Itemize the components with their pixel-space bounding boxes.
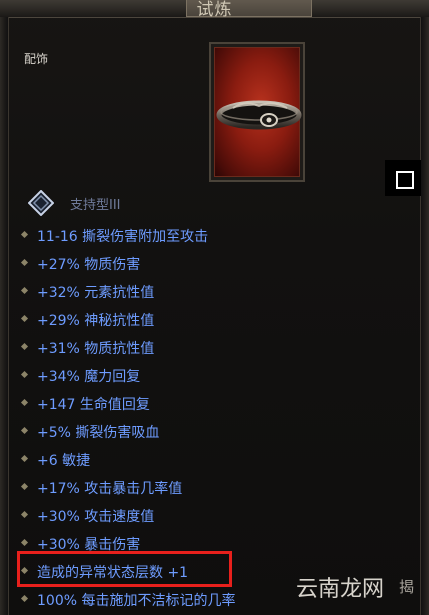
modifier-text: +29% 神秘抗性值 — [37, 313, 155, 329]
slot-indicator — [385, 160, 421, 196]
bullet-icon — [20, 342, 29, 351]
modifier-text: 11-16 撕裂伤害附加至攻击 — [37, 229, 209, 245]
modifier-text: +31% 物质抗性值 — [37, 341, 155, 357]
modifier-text: +147 生命值回复 — [37, 397, 150, 413]
bullet-icon — [20, 594, 29, 603]
bullet-icon — [20, 286, 29, 295]
item-image-background — [214, 47, 302, 177]
tooltip-title: 试炼 — [196, 0, 233, 20]
modifier-text: +17% 攻击暴击几率值 — [37, 481, 183, 497]
right-frame-border — [420, 17, 429, 615]
modifier-text: 100% 每击施加不洁标记的几率 — [37, 593, 236, 609]
item-tooltip: 试炼 配饰 支持型III 11-16 撕裂伤害附加至攻击 +27% 物质伤害 +… — [0, 0, 429, 615]
left-frame-border — [0, 17, 9, 615]
support-tier-label: 支持型III — [70, 198, 121, 213]
item-image-frame[interactable] — [209, 42, 305, 182]
watermark-text: 云南龙网 — [296, 577, 385, 602]
bullet-icon — [20, 510, 29, 519]
bullet-icon — [20, 454, 29, 463]
bullet-icon — [20, 398, 29, 407]
belt-icon — [216, 100, 302, 130]
modifier-text: +34% 魔力回复 — [37, 369, 141, 385]
bullet-icon — [20, 538, 29, 547]
modifier-text: +5% 撕裂伤害吸血 — [37, 425, 160, 441]
item-category-label: 配饰 — [24, 52, 49, 66]
bullet-icon — [20, 426, 29, 435]
highlight-annotation-box — [17, 551, 232, 587]
bullet-icon — [20, 230, 29, 239]
bullet-icon — [20, 314, 29, 323]
diamond-icon — [28, 190, 54, 216]
bullet-icon — [20, 370, 29, 379]
modifier-text: +6 敏捷 — [37, 453, 91, 469]
bullet-icon — [20, 258, 29, 267]
modifier-text: +32% 元素抗性值 — [37, 285, 155, 301]
slot-indicator-square — [396, 171, 414, 189]
tooltip-header: 试炼 — [0, 0, 429, 20]
bullet-icon — [20, 482, 29, 491]
modifier-text: +30% 攻击速度值 — [37, 509, 155, 525]
modifier-text: +27% 物质伤害 — [37, 257, 141, 273]
watermark-glyph: 揭 — [399, 578, 415, 596]
